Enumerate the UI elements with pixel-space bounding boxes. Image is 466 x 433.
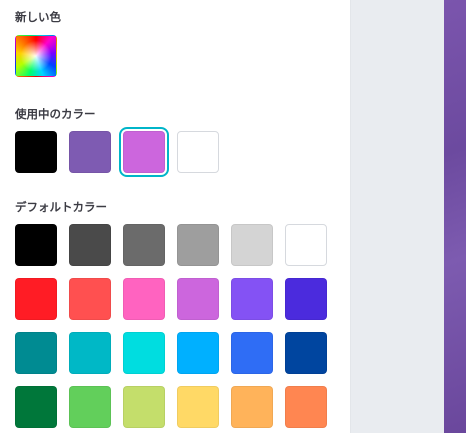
default-color-swatch[interactable] <box>285 278 327 320</box>
default-color-swatch[interactable] <box>15 386 57 428</box>
in-use-color-swatch[interactable] <box>119 127 169 177</box>
default-color-swatch[interactable] <box>69 278 111 320</box>
default-color-swatch[interactable] <box>177 332 219 374</box>
default-color-swatch[interactable] <box>231 224 273 266</box>
new-color-heading: 新しい色 <box>15 10 61 24</box>
default-color-swatch[interactable] <box>177 386 219 428</box>
default-color-swatch[interactable] <box>231 332 273 374</box>
design-canvas-edge[interactable] <box>444 0 466 433</box>
default-color-swatch[interactable] <box>15 332 57 374</box>
default-color-swatch[interactable] <box>123 278 165 320</box>
new-color-button[interactable] <box>15 35 57 77</box>
in-use-color-swatch[interactable] <box>177 131 219 173</box>
default-color-swatch[interactable] <box>69 224 111 266</box>
default-color-swatch[interactable] <box>231 386 273 428</box>
color-panel: 新しい色 使用中のカラー デフォルトカラー <box>0 0 350 433</box>
default-colors-heading: デフォルトカラー <box>15 200 107 214</box>
in-use-colors-heading: 使用中のカラー <box>15 107 96 121</box>
default-color-swatch[interactable] <box>177 224 219 266</box>
default-color-swatch[interactable] <box>69 386 111 428</box>
default-color-swatch[interactable] <box>285 332 327 374</box>
default-color-swatch[interactable] <box>177 278 219 320</box>
default-color-swatch[interactable] <box>123 386 165 428</box>
in-use-color-swatch[interactable] <box>69 131 111 173</box>
default-color-swatch[interactable] <box>69 332 111 374</box>
default-color-swatch[interactable] <box>123 332 165 374</box>
default-color-swatch[interactable] <box>15 278 57 320</box>
default-color-swatch[interactable] <box>285 224 327 266</box>
default-color-swatch[interactable] <box>15 224 57 266</box>
default-color-swatch[interactable] <box>123 224 165 266</box>
default-color-swatch[interactable] <box>231 278 273 320</box>
in-use-color-swatch[interactable] <box>15 131 57 173</box>
default-color-swatch[interactable] <box>285 386 327 428</box>
